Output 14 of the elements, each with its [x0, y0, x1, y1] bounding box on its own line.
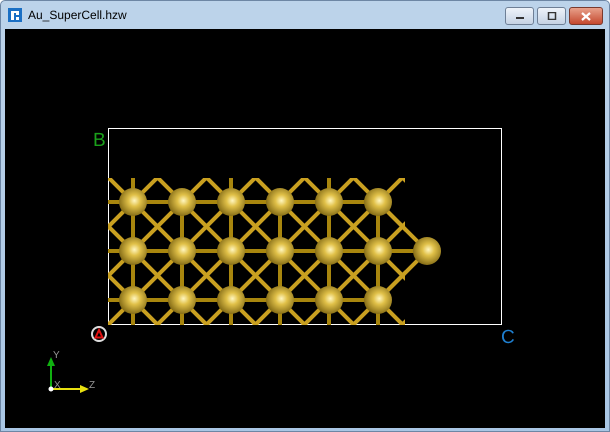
cell-axis-label: B	[93, 130, 106, 151]
axis-label: X	[54, 380, 61, 391]
close-button[interactable]	[569, 7, 603, 25]
axis-label: Z	[89, 380, 96, 391]
maximize-button[interactable]	[537, 7, 566, 25]
origin-marker-icon	[91, 326, 107, 342]
app-icon	[8, 8, 22, 22]
window-title: Au_SuperCell.hzw	[28, 8, 127, 22]
cell-axis-label: C	[501, 327, 515, 348]
axis-label: Y	[53, 350, 60, 361]
maximize-icon	[546, 12, 556, 20]
axis-triad-drawing	[47, 357, 89, 393]
close-icon	[581, 12, 591, 20]
minimize-button[interactable]	[505, 7, 534, 25]
